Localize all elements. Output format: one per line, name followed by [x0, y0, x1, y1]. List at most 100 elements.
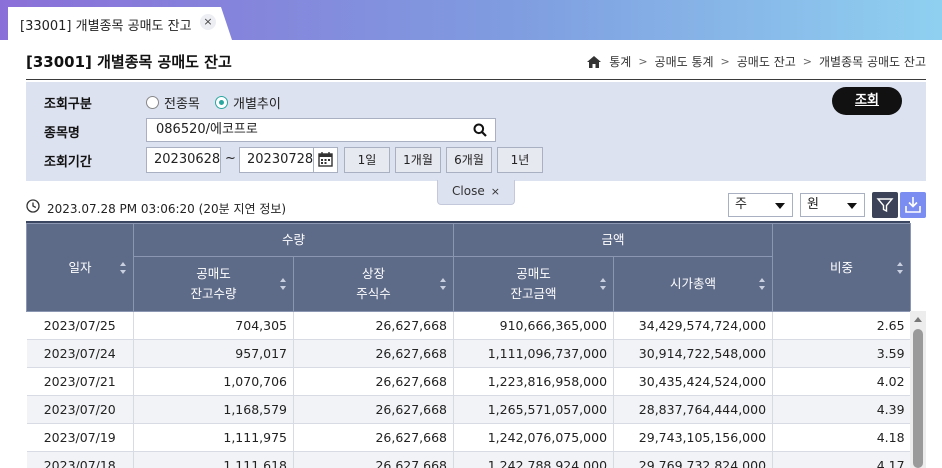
filter-button[interactable] [872, 192, 898, 218]
table-row[interactable]: 2023/07/20 1,168,579 26,627,668 1,265,57… [26, 395, 911, 424]
unit-currency-value: 원 [807, 197, 819, 212]
sort-icon[interactable] [279, 277, 287, 291]
cell-date: 2023/07/18 [26, 451, 134, 468]
col-header-listed-shares[interactable]: 상장 주식수 [292, 256, 455, 312]
stock-value: 086520/에코프로 [156, 122, 258, 137]
unit-period-select[interactable]: 주 [728, 193, 793, 217]
sort-icon[interactable] [439, 277, 447, 291]
cell-short-qty: 1,111,975 [133, 423, 294, 452]
unit-period-value: 주 [735, 197, 747, 212]
radio-single-label: 개별추이 [233, 97, 281, 112]
col-group-amount: 금액 [453, 223, 774, 257]
vertical-scrollbar[interactable] [910, 311, 926, 468]
cell-short-qty: 1,168,579 [133, 395, 294, 424]
stock-search-input[interactable]: 086520/에코프로 [146, 118, 496, 142]
scrollbar-thumb[interactable] [913, 329, 923, 468]
col-header-short-qty[interactable]: 공매도 잔고수량 [133, 256, 294, 312]
col-header-date-label: 일자 [68, 259, 92, 275]
inquire-button[interactable]: 조회 [832, 87, 902, 115]
cell-ratio: 3.59 [772, 339, 911, 368]
cell-date: 2023/07/19 [26, 423, 134, 452]
col-header-ratio[interactable]: 비중 [772, 223, 912, 312]
table-row[interactable]: 2023/07/18 1,111,618 26,627,668 1,242,78… [26, 451, 911, 468]
download-icon [905, 197, 921, 213]
cell-date: 2023/07/21 [26, 367, 134, 396]
date-from-input[interactable]: 20230628 [146, 147, 221, 173]
close-icon: × [490, 185, 500, 198]
col-header-ratio-label: 비중 [830, 259, 854, 275]
sort-icon[interactable] [896, 261, 904, 275]
breadcrumb-item-short-stats[interactable]: 공매도 통계 [655, 53, 714, 70]
cell-date: 2023/07/20 [26, 395, 134, 424]
data-timestamp: 2023.07.28 PM 03:06:20 (20분 지연 정보) [47, 202, 287, 216]
sort-icon[interactable] [599, 277, 607, 291]
table-row[interactable]: 2023/07/21 1,070,706 26,627,668 1,223,81… [26, 367, 911, 396]
calendar-icon [318, 152, 333, 167]
sort-icon[interactable] [758, 277, 766, 291]
search-icon[interactable] [473, 123, 487, 137]
cell-short-amount: 1,223,816,958,000 [453, 367, 615, 396]
filter-icon [876, 198, 894, 213]
period-1day-button[interactable]: 1일 [344, 147, 390, 173]
col-header-listed-line1: 상장 [362, 266, 386, 281]
tab-label: [33001] 개별종목 공매도 잔고 [20, 19, 192, 34]
cell-ratio: 4.17 [772, 451, 911, 468]
radio-circle[interactable] [146, 96, 159, 109]
breadcrumb-item-short-balance[interactable]: 공매도 잔고 [737, 53, 796, 70]
cell-market-cap: 29,743,105,156,000 [613, 423, 774, 452]
col-header-short-amt-line2: 잔고금액 [510, 286, 557, 301]
period-6month-button[interactable]: 6개월 [446, 147, 492, 173]
sort-icon[interactable] [119, 261, 127, 275]
page-title: [33001] 개별종목 공매도 잔고 [26, 53, 232, 71]
date-to-input[interactable]: 20230728 [239, 147, 314, 173]
unit-currency-select[interactable]: 원 [800, 193, 865, 217]
cell-ratio: 4.39 [772, 395, 911, 424]
col-header-listed-line2: 주식수 [356, 286, 391, 301]
short-balance-table: 일자 수량 금액 비중 공매도 잔고수량 상장 주식수 공매도 잔고금액 시가총… [26, 223, 912, 468]
cell-short-qty: 957,017 [133, 339, 294, 368]
cell-listed-shares: 26,627,668 [293, 339, 455, 368]
col-header-market-cap[interactable]: 시가총액 [613, 256, 774, 312]
col-header-date[interactable]: 일자 [26, 223, 134, 312]
col-header-short-amt-line1: 공매도 [516, 266, 551, 281]
cell-market-cap: 28,837,764,444,000 [613, 395, 774, 424]
tab-close-icon[interactable]: × [200, 14, 216, 30]
date-range-tilde: ~ [225, 151, 236, 166]
col-group-quantity: 수량 [132, 223, 455, 257]
cell-short-qty: 704,305 [133, 311, 294, 340]
breadcrumb-item-current: 개별종목 공매도 잔고 [819, 55, 926, 69]
table-row[interactable]: 2023/07/25 704,305 26,627,668 910,666,36… [26, 311, 911, 340]
close-panel-button[interactable]: Close × [437, 180, 515, 205]
cell-listed-shares: 26,627,668 [293, 451, 455, 468]
cell-short-amount: 910,666,365,000 [453, 311, 615, 340]
cell-listed-shares: 26,627,668 [293, 311, 455, 340]
radio-all-stocks[interactable]: 전종목 [146, 93, 200, 112]
download-button[interactable] [900, 192, 926, 218]
cell-short-amount: 1,242,788,924,000 [453, 451, 615, 468]
breadcrumb-item-stats[interactable]: 통계 [609, 53, 631, 70]
period-label: 조회기간 [44, 155, 92, 170]
cell-ratio: 2.65 [772, 311, 911, 340]
scroll-up-arrow-icon[interactable] [914, 317, 922, 322]
period-1month-button[interactable]: 1개월 [395, 147, 441, 173]
breadcrumb: 통계 > 공매도 통계 > 공매도 잔고 > 개별종목 공매도 잔고 [587, 53, 926, 70]
close-panel-label: Close [452, 184, 485, 198]
radio-circle-selected[interactable] [215, 96, 228, 109]
cell-ratio: 4.18 [772, 423, 911, 452]
tab-33001[interactable]: [33001] 개별종목 공매도 잔고 × [8, 7, 232, 40]
col-header-short-amount[interactable]: 공매도 잔고금액 [453, 256, 615, 312]
chevron-right-icon: > [638, 55, 648, 68]
table-row[interactable]: 2023/07/19 1,111,975 26,627,668 1,242,07… [26, 423, 911, 452]
home-icon[interactable] [587, 55, 602, 68]
chevron-down-icon [775, 203, 785, 209]
chevron-right-icon: > [802, 55, 812, 68]
cell-listed-shares: 26,627,668 [293, 395, 455, 424]
col-header-short-qty-line1: 공매도 [196, 266, 231, 281]
table-row[interactable]: 2023/07/24 957,017 26,627,668 1,111,096,… [26, 339, 911, 368]
cell-short-amount: 1,242,076,075,000 [453, 423, 615, 452]
cell-market-cap: 30,435,424,524,000 [613, 367, 774, 396]
calendar-button[interactable] [313, 147, 338, 173]
period-1year-button[interactable]: 1년 [497, 147, 543, 173]
category-label: 조회구분 [44, 97, 92, 112]
radio-single-trend[interactable]: 개별추이 [215, 93, 281, 112]
